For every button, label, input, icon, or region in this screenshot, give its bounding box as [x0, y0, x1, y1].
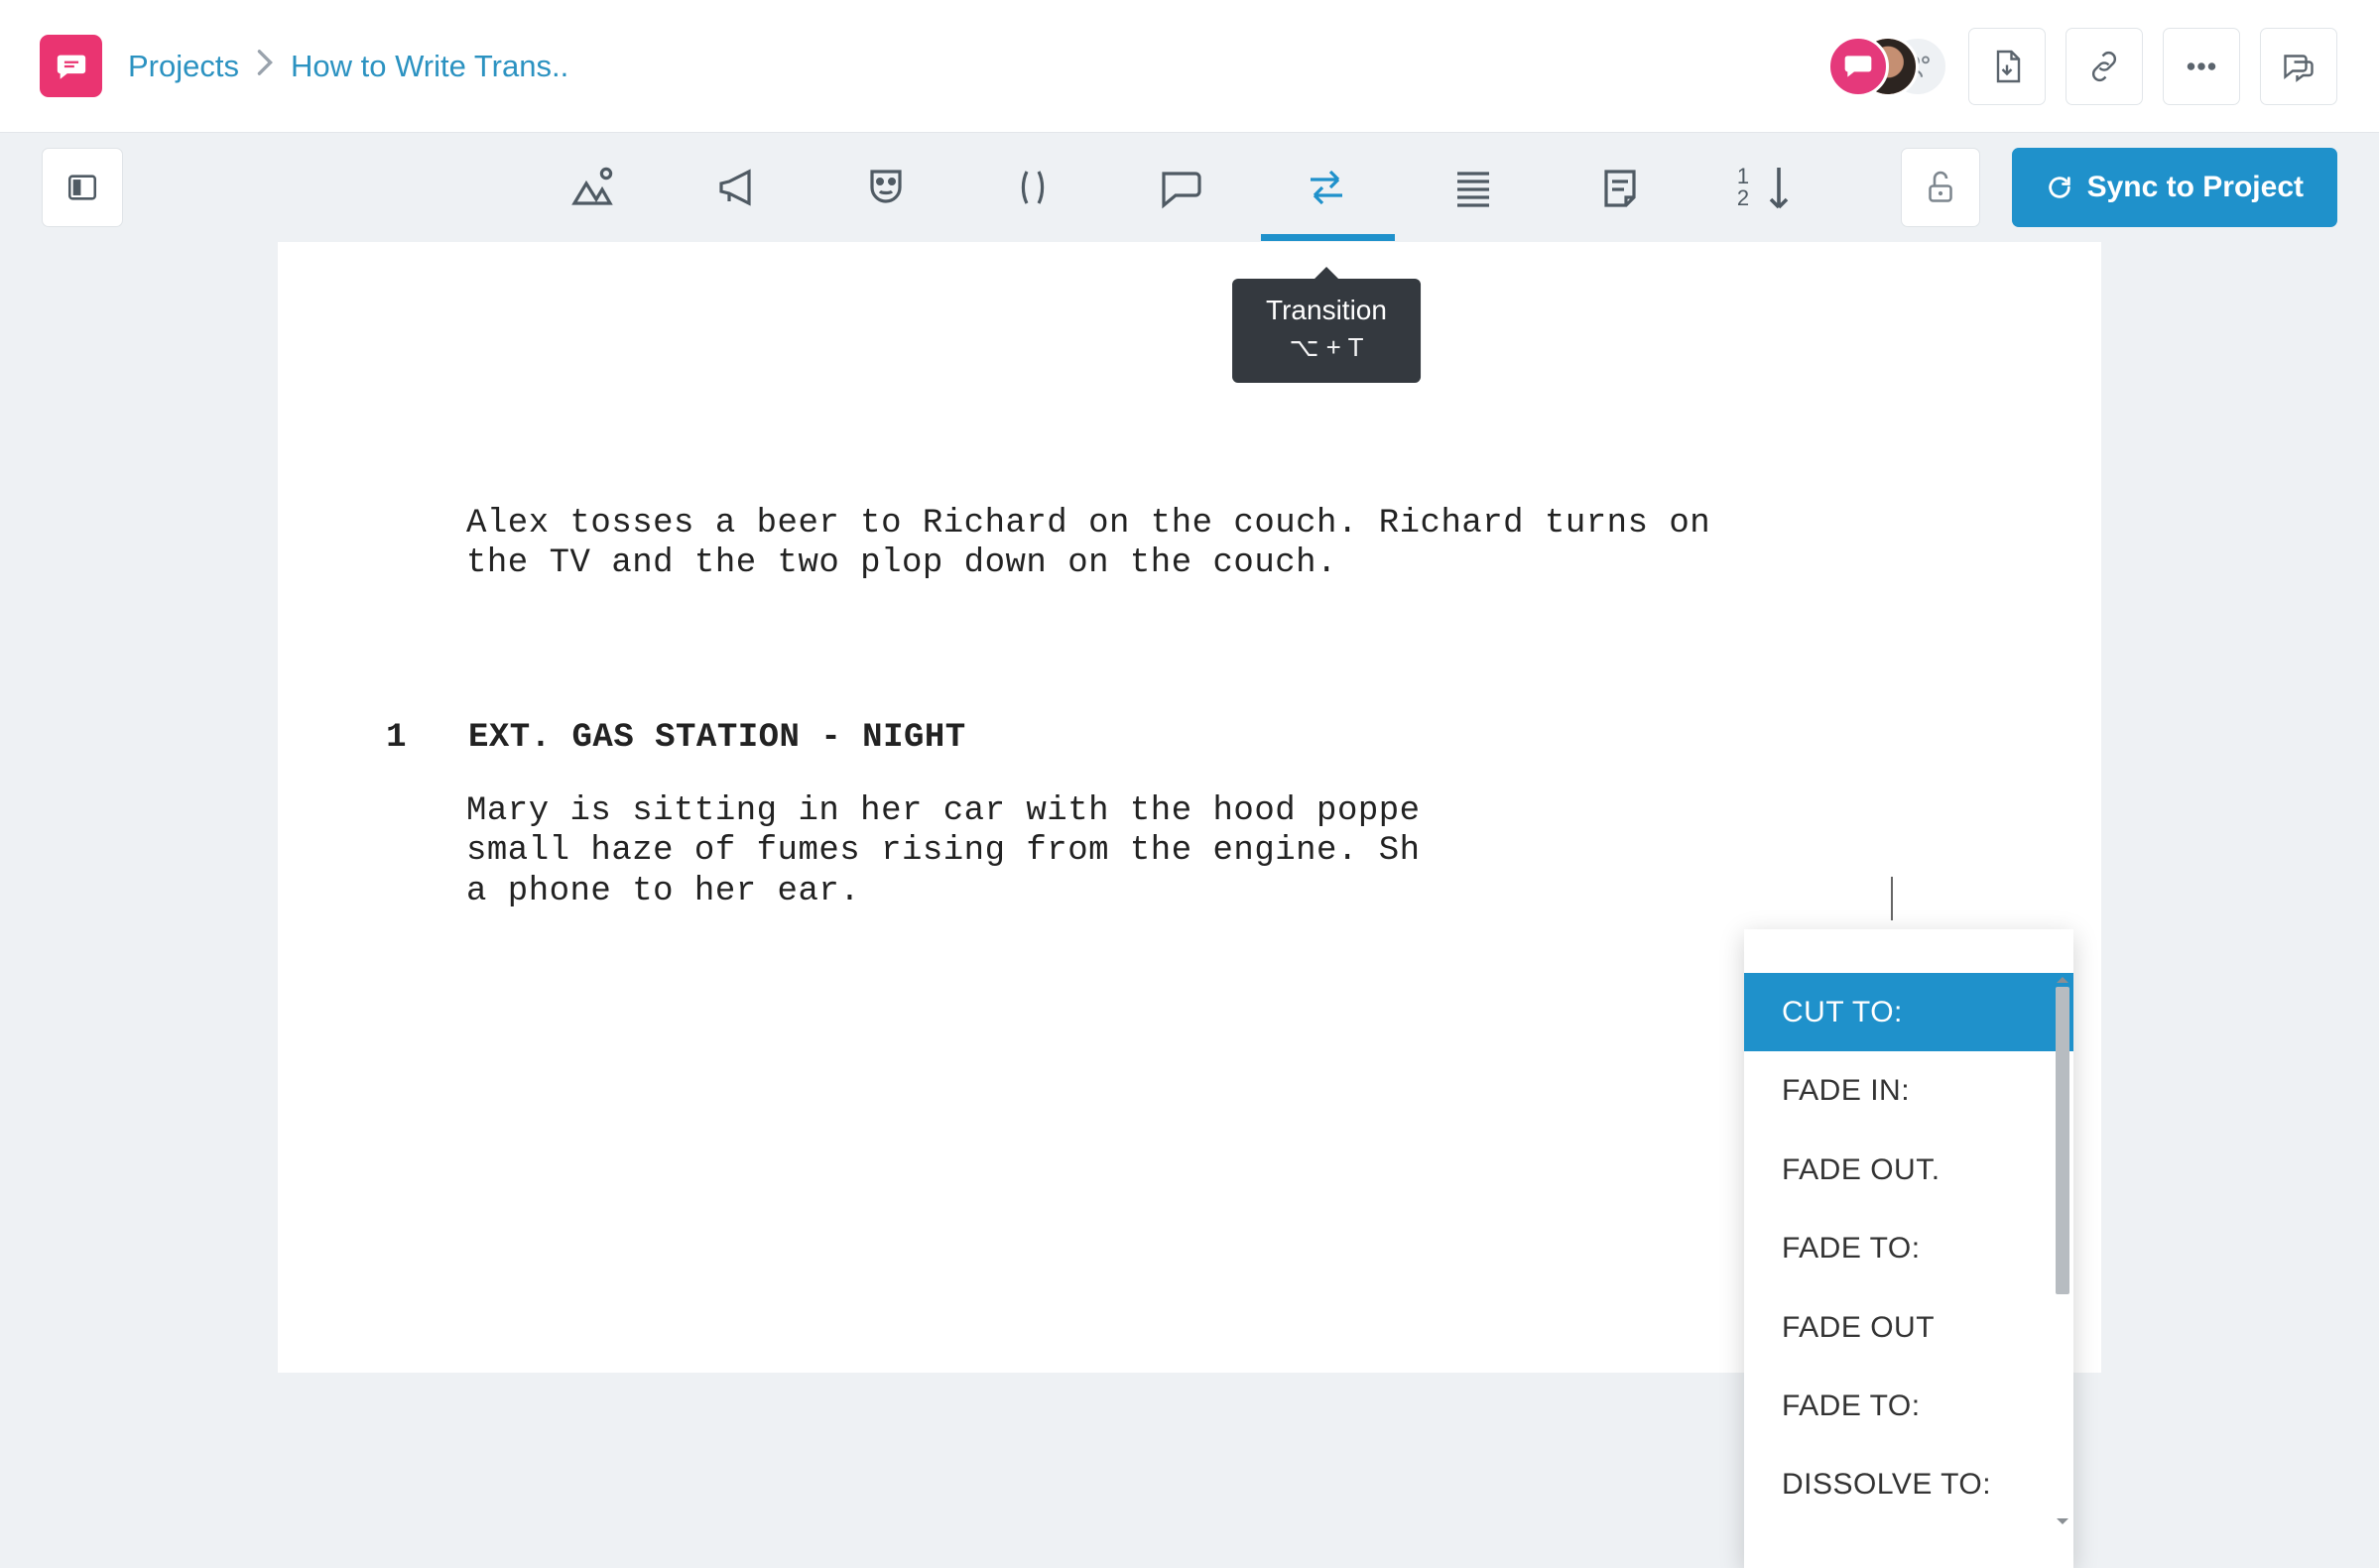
- breadcrumb-projects-link[interactable]: Projects: [128, 49, 239, 84]
- lock-button[interactable]: [1901, 148, 1980, 227]
- action-block[interactable]: Alex tosses a beer to Richard on the cou…: [466, 504, 1756, 583]
- dropdown-scrollbar[interactable]: [2056, 973, 2069, 1528]
- link-icon: [2086, 49, 2122, 84]
- active-tool-underline: [1261, 234, 1395, 241]
- lines-icon: [1449, 164, 1497, 211]
- more-menu-button[interactable]: [2163, 28, 2240, 105]
- scroll-up-icon[interactable]: [2057, 971, 2068, 983]
- script-page[interactable]: Alex tosses a beer to Richard on the cou…: [278, 242, 2101, 1373]
- scene-row: 1 EXT. GAS STATION - NIGHT 1: [367, 718, 1913, 758]
- export-pdf-button[interactable]: [1968, 28, 2046, 105]
- lock-icon: [1923, 170, 1958, 205]
- scene-number-left: 1: [367, 718, 407, 758]
- panel-toggle-button[interactable]: [42, 148, 123, 227]
- tooltip-title: Transition: [1266, 295, 1387, 326]
- scroll-down-icon[interactable]: [2057, 1518, 2068, 1530]
- sidebar-icon: [65, 171, 99, 204]
- transition-option[interactable]: FADE IN:: [1744, 1051, 2073, 1130]
- scene-heading-tool[interactable]: [567, 162, 617, 213]
- tooltip-transition: Transition ⌥ + T: [1232, 279, 1421, 383]
- comments-button[interactable]: [2260, 28, 2337, 105]
- chat-bubble-icon: [1842, 51, 1874, 82]
- sync-label: Sync to Project: [2087, 171, 2304, 204]
- note-tool[interactable]: [1595, 162, 1645, 213]
- tooltip-shortcut: ⌥ + T: [1266, 332, 1387, 363]
- megaphone-icon: [715, 164, 763, 211]
- chevron-right-icon: [255, 49, 275, 84]
- general-tool[interactable]: [1448, 162, 1498, 213]
- dialogue-tool[interactable]: [1155, 162, 1204, 213]
- topbar-left: Projects How to Write Trans..: [40, 35, 568, 97]
- action-tool[interactable]: [714, 162, 764, 213]
- toolbar-icons: Transition ⌥ + T 12: [567, 162, 1804, 213]
- topbar: Projects How to Write Trans..: [0, 0, 2379, 133]
- transition-option[interactable]: FADE OUT: [1744, 1288, 2073, 1367]
- action-block[interactable]: Mary is sitting in her car with the hood…: [466, 791, 1478, 910]
- transition-autocomplete: CUT TO:FADE IN:FADE OUT.FADE TO:FADE OUT…: [1744, 929, 2073, 1568]
- mask-icon: [862, 164, 910, 211]
- collaborator-avatars: [1827, 36, 1948, 97]
- format-toolbar: Transition ⌥ + T 12 Sync to Project: [0, 133, 2379, 242]
- sync-to-project-button[interactable]: Sync to Project: [2012, 148, 2337, 227]
- mountain-icon: [568, 164, 616, 211]
- document-area: Alex tosses a beer to Richard on the cou…: [0, 242, 2379, 1412]
- shot-tool[interactable]: 12: [1742, 162, 1798, 213]
- numbered-list-icon: 12: [1737, 164, 1803, 211]
- sync-icon: [2046, 174, 2073, 201]
- comments-icon: [2281, 49, 2316, 84]
- share-link-button[interactable]: [2066, 28, 2143, 105]
- transition-option[interactable]: FADE TO:: [1744, 1367, 2073, 1445]
- more-icon: [2184, 49, 2219, 84]
- character-tool[interactable]: [861, 162, 911, 213]
- transition-icon: [1303, 164, 1350, 211]
- speech-icon: [1156, 164, 1203, 211]
- note-icon: [1596, 164, 1644, 211]
- pdf-icon: [1989, 49, 2025, 84]
- chat-icon: [55, 50, 88, 83]
- breadcrumb-current-link[interactable]: How to Write Trans..: [291, 49, 568, 84]
- breadcrumb: Projects How to Write Trans..: [128, 49, 568, 84]
- topbar-right: [1827, 28, 2337, 105]
- transition-option[interactable]: CUT TO:: [1744, 973, 2073, 1051]
- transition-tool[interactable]: Transition ⌥ + T: [1302, 162, 1351, 213]
- scrollbar-thumb[interactable]: [2056, 987, 2069, 1294]
- avatar-presence[interactable]: [1827, 36, 1889, 97]
- transition-option[interactable]: DISSOLVE TO:: [1744, 1445, 2073, 1523]
- transition-option[interactable]: FADE TO:: [1744, 1209, 2073, 1287]
- scene-heading[interactable]: EXT. GAS STATION - NIGHT: [468, 718, 1913, 758]
- paren-icon: [1009, 164, 1057, 211]
- parenthetical-tool[interactable]: [1008, 162, 1058, 213]
- app-logo[interactable]: [40, 35, 102, 97]
- toolbar-right: Sync to Project: [1901, 148, 2337, 227]
- text-cursor: [1891, 877, 1893, 920]
- transition-option[interactable]: FADE OUT.: [1744, 1131, 2073, 1209]
- dropdown-list: CUT TO:FADE IN:FADE OUT.FADE TO:FADE OUT…: [1744, 973, 2073, 1524]
